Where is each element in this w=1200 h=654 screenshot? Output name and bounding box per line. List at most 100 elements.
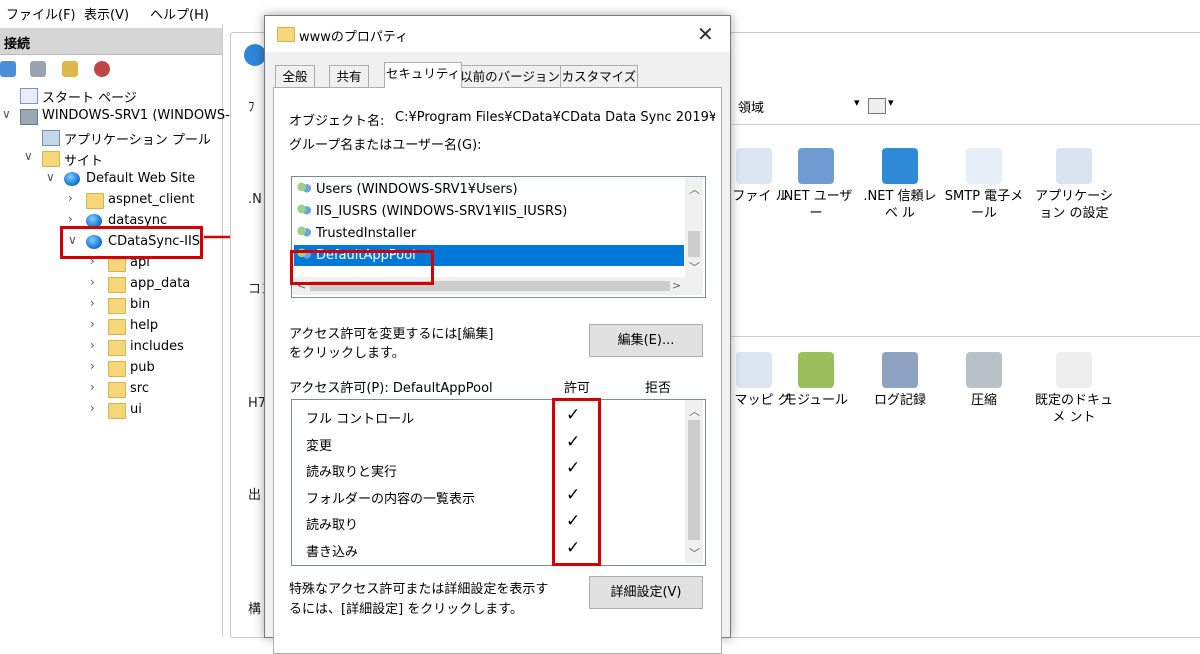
expand-chevron-icon[interactable]: › <box>68 191 80 205</box>
scroll-right-icon[interactable]: > <box>672 279 681 292</box>
permission-name: 読み取りと実行 <box>306 465 398 480</box>
tree-item-label: pub <box>130 360 155 375</box>
expand-chevron-icon[interactable]: › <box>90 359 102 373</box>
save-icon[interactable] <box>30 61 46 77</box>
tab-customize[interactable]: カスタマイズ <box>560 65 638 87</box>
expand-chevron-icon[interactable]: › <box>90 275 102 289</box>
sites-icon <box>42 151 60 167</box>
view-mode-icon[interactable] <box>868 98 886 114</box>
feature-label: 圧縮 <box>970 393 997 408</box>
connections-header: 接続 <box>0 28 222 55</box>
folder-icon <box>277 27 295 42</box>
feature-item[interactable]: 圧縮 <box>942 352 1026 409</box>
feature-label: .NET 信頼レベ ル <box>863 189 937 221</box>
feature-label: アプリケーション の設定 <box>1035 189 1113 221</box>
advanced-hint-line1: 特殊なアクセス許可または詳細設定を表示す <box>289 582 549 597</box>
tree-item-label: サイト <box>64 154 104 169</box>
expand-chevron-icon[interactable]: › <box>90 338 102 352</box>
scroll-up-icon[interactable]: ︿ <box>689 403 700 419</box>
server-icon <box>20 109 38 125</box>
globe-icon <box>64 172 80 186</box>
advanced-button[interactable]: 詳細設定(V) <box>589 576 703 609</box>
feature-item[interactable]: ログ記録 <box>858 352 942 409</box>
up-folder-icon[interactable] <box>62 61 78 77</box>
folder-icon <box>108 403 126 419</box>
view-mode-dropdown-icon[interactable]: ▾ <box>888 96 894 109</box>
expand-chevron-icon[interactable]: › <box>90 380 102 394</box>
tree-item-label: aspnet_client <box>108 192 195 207</box>
tab-security[interactable]: セキュリティ <box>384 62 462 88</box>
feature-icon <box>966 352 1002 388</box>
permissions-vscrollbar[interactable]: ︿ ﹀ <box>685 400 703 563</box>
expand-chevron-icon[interactable]: ∨ <box>46 170 58 184</box>
feature-item[interactable]: .NET ユーザー <box>774 148 858 222</box>
change-hint-line2: をクリックします。 <box>289 346 405 361</box>
feature-icon <box>798 352 834 388</box>
user-list-item[interactable]: Users (WINDOWS-SRV1¥Users) <box>294 179 684 200</box>
feature-item[interactable]: アプリケーション の設定 <box>1032 148 1116 222</box>
app-pool-icon <box>42 130 60 146</box>
user-list-item[interactable]: IIS_IUSRS (WINDOWS-SRV1¥IIS_IUSRS) <box>294 201 684 222</box>
feature-item[interactable]: SMTP 電子メ ール <box>942 148 1026 222</box>
feature-label: ログ記録 <box>873 393 926 408</box>
tab-general[interactable]: 全般 <box>275 65 315 87</box>
disconnect-icon[interactable] <box>94 61 110 77</box>
connections-title: 接続 <box>4 37 31 52</box>
advanced-hint-line2: るには、[詳細設定] をクリックします。 <box>289 602 523 617</box>
user-list-item[interactable]: TrustedInstaller <box>294 223 684 244</box>
user-list-vscrollbar[interactable]: ︿ ﹀ <box>685 177 703 277</box>
feature-icon <box>882 352 918 388</box>
divider <box>730 124 1200 125</box>
feature-icon <box>1056 352 1092 388</box>
properties-dialog: wwwのプロパティ ✕ 全般 共有 セキュリティ 以前のバージョン カスタマイズ… <box>264 15 731 654</box>
expand-chevron-icon[interactable]: › <box>90 401 102 415</box>
folder-icon <box>108 298 126 314</box>
scroll-down-icon[interactable]: ﹀ <box>689 259 700 275</box>
tree-item-label: bin <box>130 297 151 312</box>
edit-button[interactable]: 編集(E)... <box>589 324 703 357</box>
scroll-thumb[interactable] <box>688 231 700 257</box>
user-name: Users (WINDOWS-SRV1¥Users) <box>316 182 518 197</box>
user-name: TrustedInstaller <box>316 226 417 241</box>
group-by-label: 領域 <box>738 101 765 116</box>
tree-item-label: app_data <box>130 276 191 291</box>
expand-chevron-icon[interactable]: › <box>68 212 80 226</box>
user-group-icon <box>296 182 312 196</box>
folder-icon <box>108 277 126 293</box>
folder-icon <box>86 193 104 209</box>
group-by-dropdown-icon[interactable]: ▾ <box>854 96 860 109</box>
permissions-list: フル コントロール ✓ 変更 ✓ 読み取りと実行 ✓ フォルダーの内容の一覧表示 ✓ 読み取り ✓… <box>291 399 706 566</box>
feature-item[interactable]: .NET 信頼レベ ル <box>858 148 942 222</box>
feature-icon <box>882 148 918 184</box>
close-icon[interactable]: ✕ <box>697 22 714 46</box>
scroll-thumb[interactable] <box>688 420 700 540</box>
expand-chevron-icon[interactable]: › <box>90 296 102 310</box>
change-hint-line1: アクセス許可を変更するには[編集] <box>289 327 494 342</box>
expand-chevron-icon[interactable]: › <box>90 317 102 331</box>
tree-item-label: src <box>130 381 149 396</box>
tree-item-label: ui <box>130 402 142 417</box>
feature-icon <box>798 148 834 184</box>
deny-header: 拒否 <box>645 381 672 396</box>
divider <box>730 336 1200 337</box>
feature-item[interactable]: 既定のドキュメ ント <box>1032 352 1116 426</box>
feature-label: .NET ユーザー <box>779 189 853 221</box>
expand-chevron-icon[interactable]: ∨ <box>2 107 14 121</box>
tree-item-label: スタート ページ <box>42 91 137 106</box>
folder-icon <box>108 361 126 377</box>
expand-chevron-icon[interactable]: ∨ <box>24 149 36 163</box>
highlight-box-defaultapppool <box>290 250 434 285</box>
partial-label-net: .N <box>248 192 262 207</box>
partial-label-f: ﾌ <box>248 100 255 115</box>
tab-previous-versions[interactable]: 以前のバージョン <box>459 65 561 87</box>
scroll-down-icon[interactable]: ﹀ <box>689 545 700 561</box>
feature-item[interactable]: モジュール <box>774 352 858 409</box>
object-name-label: オブジェクト名: <box>289 114 385 129</box>
tab-sharing[interactable]: 共有 <box>329 65 369 87</box>
scroll-up-icon[interactable]: ︿ <box>689 181 700 197</box>
tree-item-label: help <box>130 318 159 333</box>
menu-file[interactable]: ファイル(F) <box>6 4 76 23</box>
menu-view[interactable]: 表示(V) <box>84 4 129 23</box>
connect-icon[interactable] <box>0 61 16 77</box>
menu-help[interactable]: ヘルプ(H) <box>150 4 209 23</box>
